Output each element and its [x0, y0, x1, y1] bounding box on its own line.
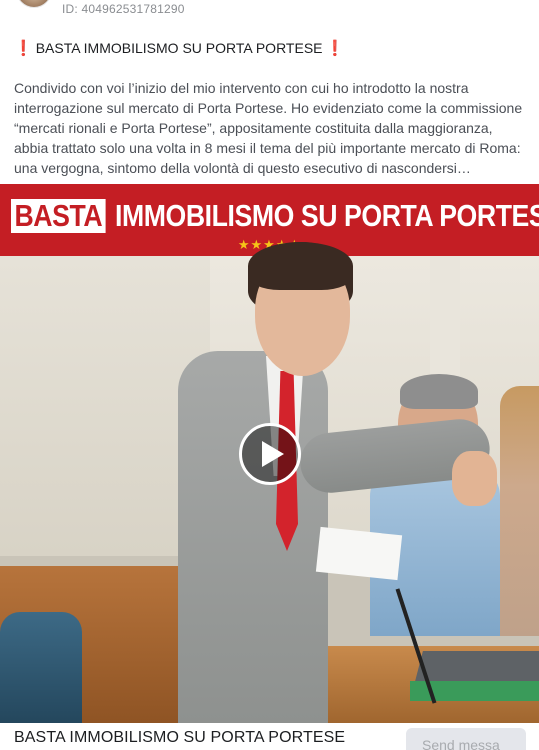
post-title-text: BASTA IMMOBILISMO SU PORTA PORTESE	[35, 40, 323, 56]
avatar[interactable]	[16, 0, 52, 8]
banner-word-basta: BASTA	[11, 199, 106, 233]
chair	[0, 612, 82, 723]
exclamation-icon: ❗	[14, 39, 33, 57]
banner-title-rest: IMMOBILISMO SU PORTA PORTESE	[114, 198, 539, 233]
video-banner: BASTA IMMOBILISMO SU PORTA PORTESE ★★★★★	[0, 184, 539, 256]
play-icon	[261, 441, 284, 467]
paper-sheet	[315, 526, 403, 581]
exclamation-icon: ❗	[325, 39, 345, 57]
post-title: ❗ BASTA IMMOBILISMO SU PORTA PORTESE ❗	[14, 39, 344, 57]
banner-title: BASTA IMMOBILISMO SU PORTA PORTESE	[11, 198, 539, 234]
speaker-suit	[178, 351, 328, 723]
speaker-hair-top	[248, 242, 353, 290]
post-id: ID: 404962531781290	[62, 2, 185, 16]
post-header: ID: 404962531781290	[0, 0, 539, 22]
speaker-hand	[452, 451, 497, 506]
play-button[interactable]	[239, 423, 301, 485]
person-woman	[500, 386, 539, 636]
person-seated-hair	[400, 374, 478, 409]
video-caption: BASTA IMMOBILISMO SU PORTA PORTESE	[14, 729, 346, 746]
post-body: Condivido con voi l’inizio del mio inter…	[14, 80, 523, 176]
video-frame	[0, 242, 539, 723]
send-message-button[interactable]: Send messa	[406, 728, 526, 750]
